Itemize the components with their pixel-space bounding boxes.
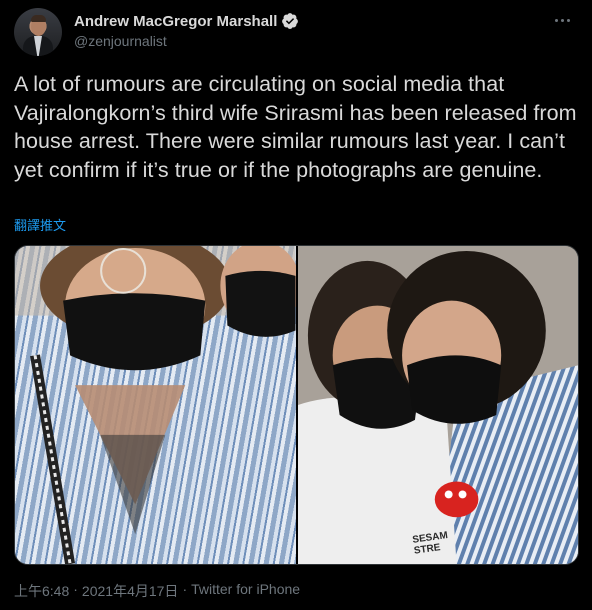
more-dot-icon <box>560 18 564 22</box>
verified-badge-icon <box>281 12 299 30</box>
photo-left-illustration <box>15 246 296 564</box>
author-name-row[interactable]: Andrew MacGregor Marshall <box>74 12 299 30</box>
more-dot-icon <box>566 18 570 22</box>
tweet-card: Andrew MacGregor Marshall @zenjournalist… <box>0 0 592 610</box>
tweet-meta: 上午6:48 · 2021年4月17日 · Twitter for iPhone <box>14 581 300 601</box>
media-grid: SESAM STRE <box>14 245 579 565</box>
more-options-button[interactable] <box>550 12 574 28</box>
author-display-name[interactable]: Andrew MacGregor Marshall <box>74 13 277 30</box>
tweet-source[interactable]: Twitter for iPhone <box>191 581 300 601</box>
tweet-photo-left[interactable] <box>15 246 296 564</box>
tweet-date[interactable]: 2021年4月17日 <box>82 581 179 601</box>
more-dot-icon <box>554 18 558 22</box>
tweet-photo-right[interactable]: SESAM STRE <box>297 246 578 564</box>
avatar-hair <box>31 15 46 22</box>
tweet-text: A lot of rumours are circulating on soci… <box>14 72 577 182</box>
meta-separator: · <box>182 581 188 597</box>
translate-tweet-link[interactable]: 翻譯推文 <box>14 215 66 234</box>
avatar[interactable] <box>14 8 62 56</box>
photo-right-illustration <box>297 246 578 564</box>
meta-separator: · <box>73 581 78 597</box>
author-handle[interactable]: @zenjournalist <box>74 33 167 49</box>
tweet-time[interactable]: 上午6:48 <box>14 581 69 601</box>
